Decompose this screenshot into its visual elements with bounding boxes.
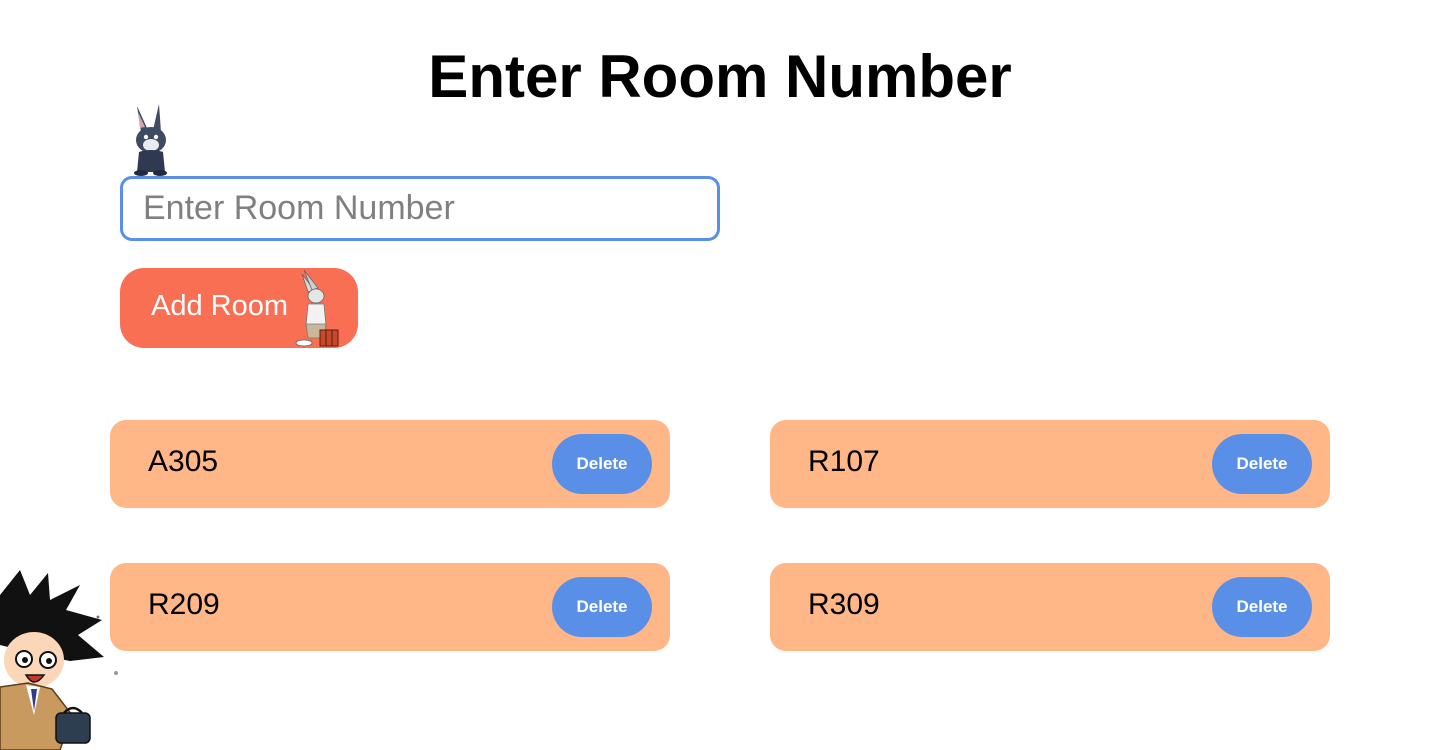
room-card: R107 Delete <box>770 420 1330 508</box>
delete-button[interactable]: Delete <box>1212 577 1312 637</box>
add-room-button-label: Add Room <box>151 289 289 322</box>
room-name: A305 <box>148 445 219 478</box>
delete-button[interactable]: Delete <box>1212 434 1312 494</box>
room-number-input[interactable] <box>120 176 720 241</box>
room-card: R309 Delete <box>770 563 1330 651</box>
delete-button[interactable]: Delete <box>552 434 652 494</box>
bunny-sticker-icon <box>134 104 167 176</box>
add-room-button[interactable]: Add Room <box>120 268 358 348</box>
room-card: A305 Delete <box>110 420 670 508</box>
delete-button[interactable]: Delete <box>552 577 652 637</box>
anime-boy-sticker-icon <box>0 570 118 750</box>
room-card: R209 Delete <box>110 563 670 651</box>
page-title: Enter Room Number <box>428 43 1012 110</box>
room-name: R209 <box>148 588 220 621</box>
room-name: R107 <box>808 445 880 478</box>
room-name: R309 <box>808 588 880 621</box>
